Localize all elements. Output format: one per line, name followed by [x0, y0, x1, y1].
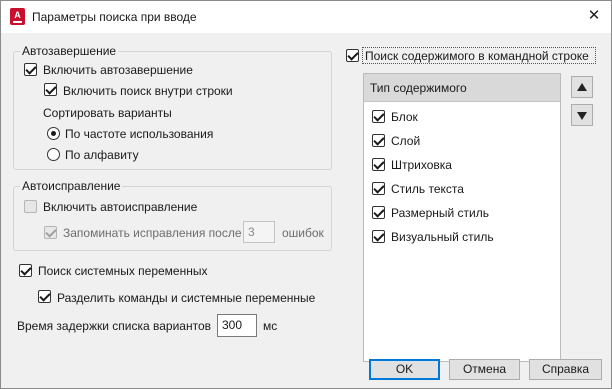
delay-unit-label: мс: [263, 319, 278, 333]
sort-alphabet-label[interactable]: По алфавиту: [65, 148, 139, 162]
content-type-label-layer[interactable]: Слой: [391, 134, 420, 148]
system-vars-label[interactable]: Поиск системных переменных: [38, 264, 207, 278]
separate-commands-label[interactable]: Разделить команды и системные переменные: [57, 291, 315, 305]
content-type-header: Тип содержимого: [364, 74, 560, 102]
system-vars-checkbox[interactable]: [19, 264, 32, 277]
content-search-checkbox[interactable]: [346, 49, 359, 62]
move-up-button[interactable]: [571, 76, 593, 98]
arrow-up-icon: [577, 83, 587, 91]
title-bar: A Параметры поиска при вводе ✕: [1, 1, 611, 33]
arrow-down-icon: [577, 112, 587, 120]
content-type-checkbox-text-style[interactable]: [372, 182, 385, 195]
inner-search-checkbox[interactable]: [44, 83, 57, 96]
content-type-label-visual-style[interactable]: Визуальный стиль: [391, 230, 494, 244]
window-title: Параметры поиска при вводе: [32, 10, 197, 24]
sort-frequency-radio[interactable]: [47, 127, 60, 140]
sort-label: Сортировать варианты: [43, 106, 172, 120]
autocomplete-legend: Автозавершение: [20, 44, 119, 58]
separate-commands-checkbox[interactable]: [38, 290, 51, 303]
move-down-button[interactable]: [571, 104, 593, 126]
enable-autocomplete-checkbox[interactable]: [24, 63, 37, 76]
delay-input[interactable]: 300: [217, 314, 257, 337]
inner-search-label[interactable]: Включить поиск внутри строки: [63, 84, 233, 98]
enable-autocomplete-label[interactable]: Включить автозавершение: [43, 63, 193, 77]
content-type-label-text-style[interactable]: Стиль текста: [391, 182, 464, 196]
close-button[interactable]: ✕: [579, 1, 609, 31]
content-search-label[interactable]: Поиск содержимого в командной строке: [365, 49, 589, 63]
autocorrect-legend: Автоисправление: [20, 179, 123, 193]
content-type-checkbox-hatch[interactable]: [372, 158, 385, 171]
autocad-icon: A: [10, 8, 25, 25]
sort-alphabet-radio[interactable]: [47, 148, 60, 161]
content-type-label-hatch[interactable]: Штриховка: [391, 158, 452, 172]
enable-autocorrect-label[interactable]: Включить автоисправление: [43, 200, 197, 214]
delay-label: Время задержки списка вариантов: [17, 319, 211, 333]
search-options-dialog: A Параметры поиска при вводе ✕ Автозавер…: [0, 0, 612, 389]
content-type-label-dim-style[interactable]: Размерный стиль: [391, 206, 489, 220]
autocorrect-group: Автоисправление: [13, 179, 332, 251]
ok-button[interactable]: OK: [369, 359, 440, 380]
help-button[interactable]: Справка: [529, 359, 602, 380]
sort-frequency-label[interactable]: По частоте использования: [65, 127, 213, 141]
errors-count-input[interactable]: 3: [243, 221, 275, 243]
content-type-checkbox-dim-style[interactable]: [372, 206, 385, 219]
content-type-checkbox-block[interactable]: [372, 110, 385, 123]
remember-corrections-checkbox[interactable]: [44, 226, 57, 239]
content-type-list[interactable]: Тип содержимого Блок Слой Штриховка Стил…: [363, 73, 561, 362]
content-type-checkbox-visual-style[interactable]: [372, 230, 385, 243]
content-type-checkbox-layer[interactable]: [372, 134, 385, 147]
errors-unit-label: ошибок: [282, 226, 324, 240]
content-type-label-block[interactable]: Блок: [391, 110, 418, 124]
enable-autocorrect-checkbox[interactable]: [24, 200, 37, 213]
remember-corrections-label: Запоминать исправления после: [63, 226, 242, 240]
cancel-button[interactable]: Отмена: [449, 359, 520, 380]
